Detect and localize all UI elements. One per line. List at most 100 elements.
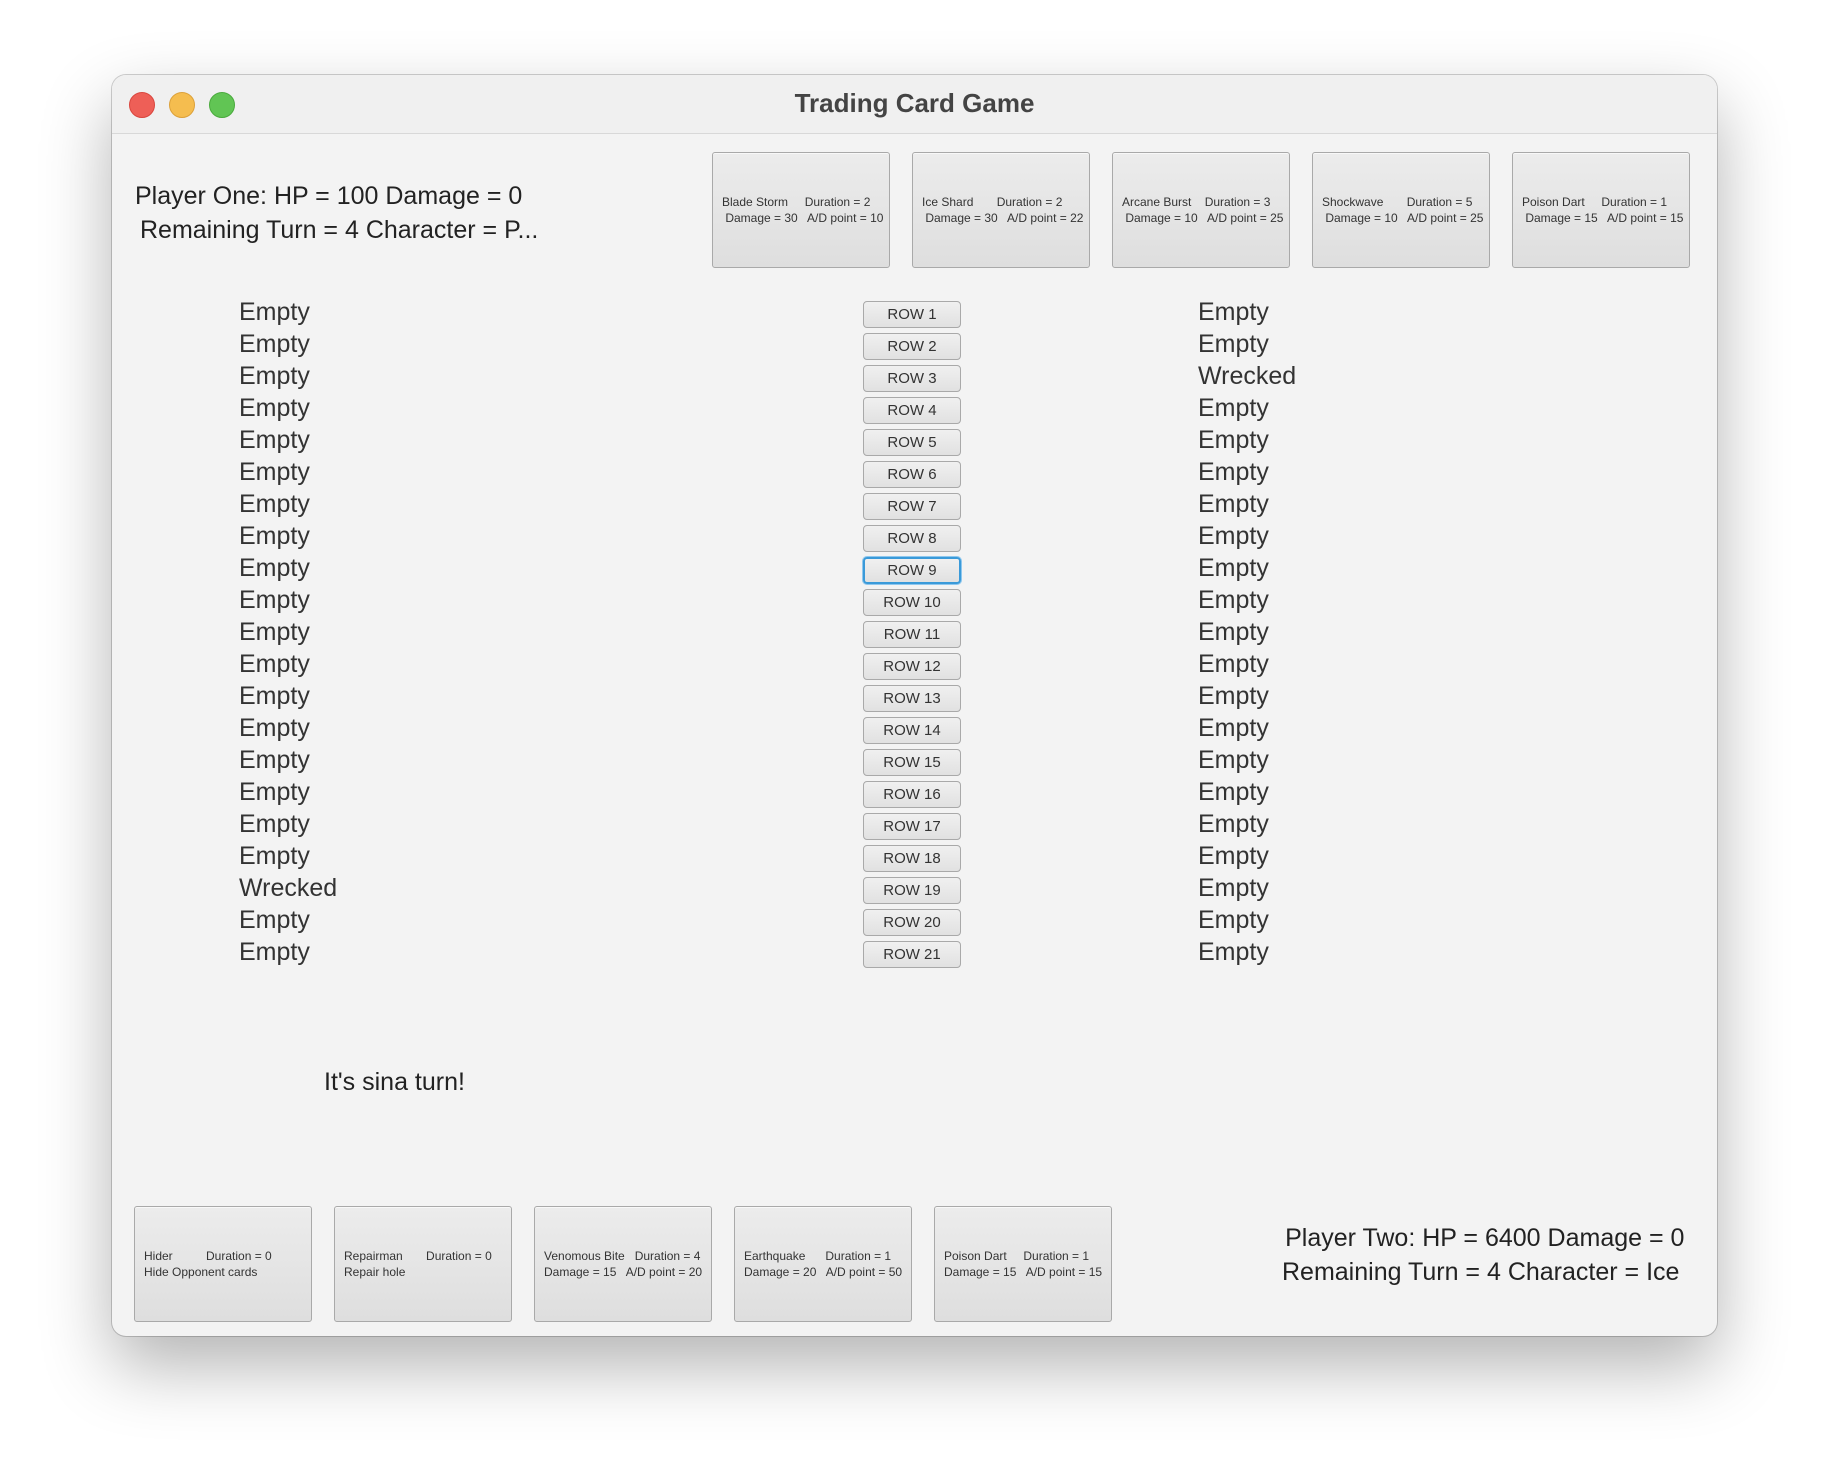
- player-two-row-status: Empty: [1198, 490, 1269, 518]
- player-one-status: Player One: HP = 100 Damage = 0 Remainin…: [135, 179, 538, 247]
- row-8-button[interactable]: ROW 8: [863, 525, 961, 552]
- card-name-duration: Ice Shard Duration = 2: [922, 195, 1063, 209]
- card-stats: Hide Opponent cards: [144, 1265, 258, 1279]
- card-stats: Damage = 10 A/D point = 25: [1122, 211, 1284, 225]
- card-text: Repairman Duration = 0 Repair hole: [344, 1248, 492, 1280]
- player-two-row-status: Empty: [1198, 522, 1269, 550]
- player-two-row-status: Empty: [1198, 714, 1269, 742]
- card-stats: Repair hole: [344, 1265, 406, 1279]
- player-two-row-status: Empty: [1198, 842, 1269, 870]
- card-text: Earthquake Duration = 1 Damage = 20 A/D p…: [744, 1248, 902, 1280]
- row-14-button[interactable]: ROW 14: [863, 717, 961, 744]
- card-text: Arcane Burst Duration = 3 Damage = 10 A/…: [1122, 194, 1283, 226]
- player-one-row-status: Empty: [239, 554, 310, 582]
- card-text: Poison Dart Duration = 1 Damage = 15 A/D…: [1522, 194, 1683, 226]
- turn-message: It's sina turn!: [324, 1068, 465, 1096]
- card-name-duration: Shockwave Duration = 5: [1322, 195, 1473, 209]
- player-one-row-status: Empty: [239, 586, 310, 614]
- player-one-row-status: Empty: [239, 778, 310, 806]
- row-12-button[interactable]: ROW 12: [863, 653, 961, 680]
- card-stats: Damage = 15 A/D point = 15: [1522, 211, 1684, 225]
- player-two-row-status: Empty: [1198, 874, 1269, 902]
- player-two-row-status: Empty: [1198, 682, 1269, 710]
- player-one-hand-card[interactable]: Arcane Burst Duration = 3 Damage = 10 A/…: [1112, 152, 1290, 268]
- player-one-stats: Player One: HP = 100 Damage = 0: [135, 182, 523, 210]
- player-two-row-status: Empty: [1198, 746, 1269, 774]
- card-text: Ice Shard Duration = 2 Damage = 30 A/D p…: [922, 194, 1083, 226]
- card-stats: Damage = 30 A/D point = 22: [922, 211, 1084, 225]
- row-5-button[interactable]: ROW 5: [863, 429, 961, 456]
- player-one-hand-card[interactable]: Shockwave Duration = 5 Damage = 10 A/D p…: [1312, 152, 1490, 268]
- card-text: Shockwave Duration = 5 Damage = 10 A/D p…: [1322, 194, 1483, 226]
- row-1-button[interactable]: ROW 1: [863, 301, 961, 328]
- player-one-turn-character: Remaining Turn = 4 Character = P...: [140, 216, 539, 244]
- player-one-hand-card[interactable]: Ice Shard Duration = 2 Damage = 30 A/D p…: [912, 152, 1090, 268]
- row-2-button[interactable]: ROW 2: [863, 333, 961, 360]
- row-16-button[interactable]: ROW 16: [863, 781, 961, 808]
- player-two-turn-character: Remaining Turn = 4 Character = Ice: [1282, 1258, 1680, 1286]
- player-two-row-status: Empty: [1198, 810, 1269, 838]
- player-two-hand-card[interactable]: Poison Dart Duration = 1 Damage = 15 A/D …: [934, 1206, 1112, 1322]
- player-two-row-status: Empty: [1198, 586, 1269, 614]
- player-one-row-status: Empty: [239, 938, 310, 966]
- game-window: Trading Card Game Player One: HP = 100 D…: [112, 75, 1717, 1336]
- player-two-row-status: Empty: [1198, 298, 1269, 326]
- player-two-row-status: Empty: [1198, 330, 1269, 358]
- player-two-status: Player Two: HP = 6400 Damage = 0 Remaini…: [1282, 1221, 1684, 1289]
- player-two-row-status: Empty: [1198, 906, 1269, 934]
- window-title: Trading Card Game: [794, 88, 1035, 118]
- row-11-button[interactable]: ROW 11: [863, 621, 961, 648]
- player-two-row-status: Empty: [1198, 394, 1269, 422]
- title-bar: Trading Card Game: [112, 75, 1717, 134]
- row-18-button[interactable]: ROW 18: [863, 845, 961, 872]
- row-17-button[interactable]: ROW 17: [863, 813, 961, 840]
- player-two-row-status: Empty: [1198, 426, 1269, 454]
- player-two-hand-card[interactable]: Venomous Bite Duration = 4 Damage = 15 A/…: [534, 1206, 712, 1322]
- row-3-button[interactable]: ROW 3: [863, 365, 961, 392]
- player-two-row-status: Empty: [1198, 458, 1269, 486]
- player-one-hand-card[interactable]: Blade Storm Duration = 2 Damage = 30 A/D…: [712, 152, 890, 268]
- row-4-button[interactable]: ROW 4: [863, 397, 961, 424]
- card-stats: Damage = 30 A/D point = 10: [722, 211, 884, 225]
- row-21-button[interactable]: ROW 21: [863, 941, 961, 968]
- player-one-row-status: Empty: [239, 522, 310, 550]
- row-9-button[interactable]: ROW 9: [863, 557, 961, 584]
- player-one-row-status: Empty: [239, 362, 310, 390]
- row-20-button[interactable]: ROW 20: [863, 909, 961, 936]
- player-one-row-status: Empty: [239, 714, 310, 742]
- row-15-button[interactable]: ROW 15: [863, 749, 961, 776]
- row-7-button[interactable]: ROW 7: [863, 493, 961, 520]
- player-two-hand-card[interactable]: Repairman Duration = 0 Repair hole: [334, 1206, 512, 1322]
- player-two-hand-card[interactable]: Hider Duration = 0 Hide Opponent cards: [134, 1206, 312, 1322]
- player-one-row-status: Empty: [239, 650, 310, 678]
- player-one-row-status: Empty: [239, 906, 310, 934]
- row-10-button[interactable]: ROW 10: [863, 589, 961, 616]
- player-one-row-status: Empty: [239, 426, 310, 454]
- player-one-row-status: Empty: [239, 682, 310, 710]
- player-two-row-status: Empty: [1198, 938, 1269, 966]
- player-two-row-status: Empty: [1198, 778, 1269, 806]
- player-two-hand-card[interactable]: Earthquake Duration = 1 Damage = 20 A/D p…: [734, 1206, 912, 1322]
- player-one-hand-card[interactable]: Poison Dart Duration = 1 Damage = 15 A/D…: [1512, 152, 1690, 268]
- card-name-duration: Blade Storm Duration = 2: [722, 195, 871, 209]
- card-stats: Damage = 10 A/D point = 25: [1322, 211, 1484, 225]
- card-name-duration: Earthquake Duration = 1: [744, 1249, 892, 1263]
- player-one-row-status: Empty: [239, 842, 310, 870]
- player-two-stats: Player Two: HP = 6400 Damage = 0: [1285, 1224, 1685, 1252]
- player-one-row-status: Empty: [239, 330, 310, 358]
- player-one-row-status: Empty: [239, 810, 310, 838]
- player-two-row-status: Empty: [1198, 618, 1269, 646]
- card-text: Venomous Bite Duration = 4 Damage = 15 A/…: [544, 1248, 702, 1280]
- player-two-row-status: Empty: [1198, 650, 1269, 678]
- row-19-button[interactable]: ROW 19: [863, 877, 961, 904]
- card-name-duration: Arcane Burst Duration = 3: [1122, 195, 1271, 209]
- player-one-row-status: Empty: [239, 490, 310, 518]
- row-6-button[interactable]: ROW 6: [863, 461, 961, 488]
- card-text: Blade Storm Duration = 2 Damage = 30 A/D…: [722, 194, 883, 226]
- player-one-row-status: Empty: [239, 458, 310, 486]
- player-one-row-status: Empty: [239, 618, 310, 646]
- card-name-duration: Poison Dart Duration = 1: [1522, 195, 1668, 209]
- card-text: Poison Dart Duration = 1 Damage = 15 A/D …: [944, 1248, 1102, 1280]
- player-one-row-status: Empty: [239, 298, 310, 326]
- row-13-button[interactable]: ROW 13: [863, 685, 961, 712]
